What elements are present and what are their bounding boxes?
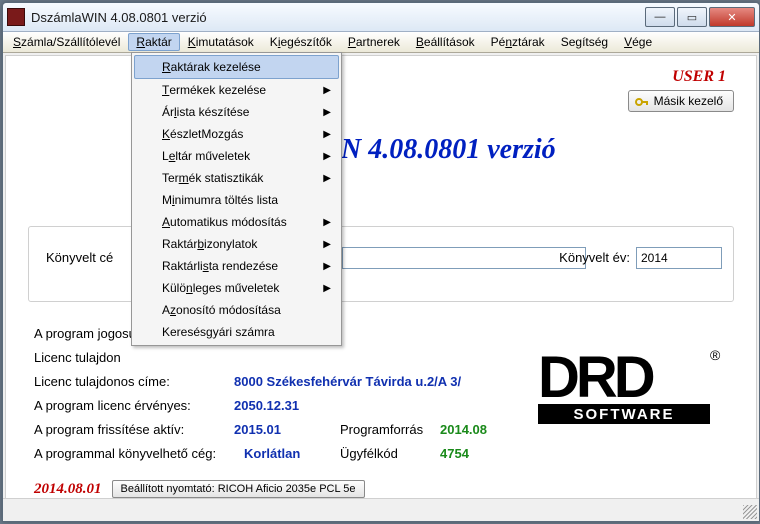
submenu-arrow-icon: ▶ xyxy=(323,85,331,96)
menuitem-azonostmdostsa[interactable]: Azonosító módosítása xyxy=(134,299,339,321)
update-active-label: A program frissítése aktív: xyxy=(34,418,234,442)
menu-kiegsztk[interactable]: Kiegészítők xyxy=(262,33,340,51)
app-title-large: N 4.08.0801 verzió xyxy=(341,134,556,166)
booked-year-input[interactable] xyxy=(636,247,722,269)
printer-button[interactable]: Beállított nyomtató: RICOH Aficio 2035e … xyxy=(112,480,365,498)
menuitem-termkstatisztikk[interactable]: Termék statisztikák▶ xyxy=(134,167,339,189)
app-window: DszámlaWIN 4.08.0801 verzió — ▭ ✕ Számla… xyxy=(2,2,760,522)
submenu-arrow-icon: ▶ xyxy=(323,283,331,294)
booked-company-input[interactable] xyxy=(342,247,586,269)
maximize-button[interactable]: ▭ xyxy=(677,7,707,27)
booked-company-label: Könyvelt cé xyxy=(46,250,113,265)
program-source-label: Programforrás xyxy=(340,418,440,442)
statusbar xyxy=(3,498,759,521)
menu-pnztrak[interactable]: Pénztárak xyxy=(483,33,553,51)
licence-owner-label: Licenc tulajdon xyxy=(34,346,234,370)
licence-valid-value: 2050.12.31 xyxy=(234,394,299,418)
menu-szmlaszlltlevl[interactable]: Számla/Szállítólevél xyxy=(5,33,128,51)
other-user-button[interactable]: Másik kezelő xyxy=(628,90,734,112)
menu-vge[interactable]: Vége xyxy=(616,33,660,51)
licence-valid-label: A program licenc érvényes: xyxy=(34,394,234,418)
menuitem-keressgyriszmra[interactable]: Keresés gyári számra xyxy=(134,321,339,343)
menuitem-leltrmveletek[interactable]: Leltár műveletek▶ xyxy=(134,145,339,167)
svg-text:®: ® xyxy=(710,347,721,363)
bookable-company-label: A programmal könyvelhető cég: xyxy=(34,442,244,466)
app-icon xyxy=(7,8,25,26)
menu-partnerek[interactable]: Partnerek xyxy=(340,33,408,51)
bookable-company-value: Korlátlan xyxy=(244,442,322,466)
menuitem-raktrlistarendezse[interactable]: Raktárlista rendezése▶ xyxy=(134,255,339,277)
content-area: USER 1 Másik kezelő N 4.08.0801 verzió K… xyxy=(5,55,757,505)
client-code-value: 4754 xyxy=(440,442,469,466)
submenu-arrow-icon: ▶ xyxy=(323,129,331,140)
menuitem-automatikusmdosts[interactable]: Automatikus módosítás▶ xyxy=(134,211,339,233)
submenu-arrow-icon: ▶ xyxy=(323,107,331,118)
menu-raktr[interactable]: Raktár xyxy=(128,33,179,51)
menuitem-termkekkezelse[interactable]: Termékek kezelése▶ xyxy=(134,79,339,101)
menu-belltsok[interactable]: Beállítások xyxy=(408,33,483,51)
raktar-dropdown: Raktárak kezeléseTermékek kezelése▶Árlis… xyxy=(131,52,342,346)
titlebar[interactable]: DszámlaWIN 4.08.0801 verzió — ▭ ✕ xyxy=(3,3,759,32)
printer-label: Beállított nyomtató: RICOH Aficio 2035e … xyxy=(121,483,356,495)
client-code-label: Ügyfélkód xyxy=(340,442,440,466)
licence-address-value: 8000 Székesfehérvár Távirda u.2/A 3/ xyxy=(234,370,461,394)
program-source-value: 2014.08 xyxy=(440,418,487,442)
menuitem-rlistaksztse[interactable]: Árlista készítése▶ xyxy=(134,101,339,123)
menuitem-kszletmozgs[interactable]: KészletMozgás▶ xyxy=(134,123,339,145)
bottom-row: 2014.08.01 Beállított nyomtató: RICOH Af… xyxy=(34,480,365,498)
menu-segtsg[interactable]: Segítség xyxy=(553,33,616,51)
menu-kimutatsok[interactable]: Kimutatások xyxy=(180,33,262,51)
svg-text:SOFTWARE: SOFTWARE xyxy=(574,406,675,423)
licence-address-label: Licenc tulajdonos címe: xyxy=(34,370,234,394)
key-icon xyxy=(635,96,649,106)
user-label: USER 1 xyxy=(672,68,726,86)
menuitem-raktrbizonylatok[interactable]: Raktár bizonylatok▶ xyxy=(134,233,339,255)
submenu-arrow-icon: ▶ xyxy=(323,151,331,162)
booked-year-label: Könyvelt év: xyxy=(559,250,630,265)
build-date: 2014.08.01 xyxy=(34,481,102,498)
menuitem-raktrakkezelse[interactable]: Raktárak kezelése xyxy=(134,55,339,79)
minimize-button[interactable]: — xyxy=(645,7,675,27)
drd-logo: DRD ® SOFTWARE xyxy=(538,342,728,432)
submenu-arrow-icon: ▶ xyxy=(323,173,331,184)
window-title: DszámlaWIN 4.08.0801 verzió xyxy=(31,10,645,25)
window-buttons: — ▭ ✕ xyxy=(645,7,755,27)
submenu-arrow-icon: ▶ xyxy=(323,217,331,228)
menubar: Számla/SzállítólevélRaktárKimutatásokKie… xyxy=(3,32,759,53)
submenu-arrow-icon: ▶ xyxy=(323,239,331,250)
menuitem-klnlegesmveletek[interactable]: Különleges műveletek▶ xyxy=(134,277,339,299)
other-user-label: Másik kezelő xyxy=(654,94,723,108)
close-button[interactable]: ✕ xyxy=(709,7,755,27)
update-active-value: 2015.01 xyxy=(234,418,322,442)
svg-text:DRD: DRD xyxy=(538,345,654,410)
menuitem-minimumratltslista[interactable]: Minimumra töltés lista xyxy=(134,189,339,211)
resize-grip[interactable] xyxy=(743,505,757,519)
submenu-arrow-icon: ▶ xyxy=(323,261,331,272)
